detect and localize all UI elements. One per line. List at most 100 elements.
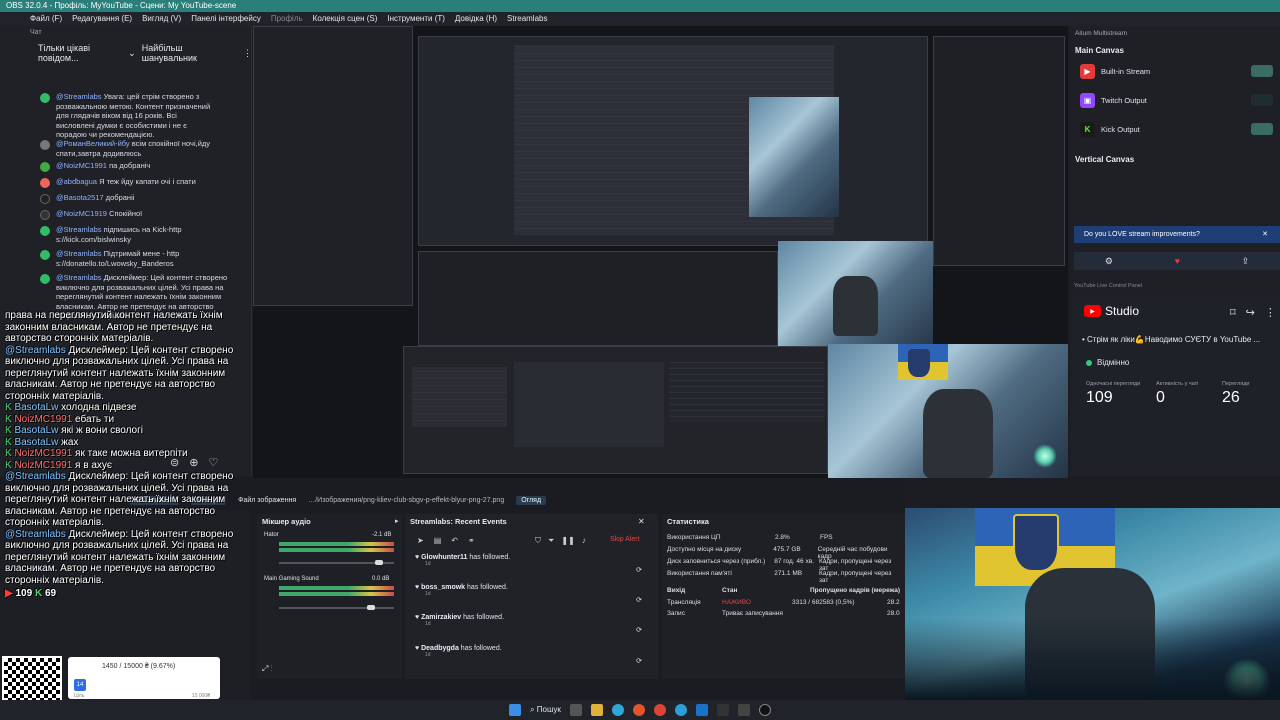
- avatar: [40, 178, 50, 188]
- stream-status: Відмінно: [1086, 358, 1129, 367]
- mixer-title: Мікшер аудіо: [262, 517, 311, 526]
- replay-icon[interactable]: ⟳: [636, 657, 642, 665]
- nested-bottom-docks: [403, 346, 828, 474]
- send-icon[interactable]: ➤: [417, 536, 424, 545]
- live-panel-label: YouTube Live Control Panel: [1074, 283, 1143, 289]
- event-row: ♥ boss_smowk has followed. 1d ⟳: [415, 584, 642, 604]
- settings-icon[interactable]: ⚙: [1105, 256, 1113, 267]
- promo-banner[interactable]: Do you LOVE stream improvements? ✕: [1074, 226, 1280, 243]
- stream-toggle[interactable]: [1251, 123, 1273, 135]
- explorer-icon[interactable]: [590, 704, 603, 716]
- menu-icon[interactable]: ▸: [395, 517, 399, 525]
- replay-icon[interactable]: ⟳: [636, 626, 642, 634]
- views-value: 26: [1222, 389, 1240, 406]
- avatar: [40, 140, 50, 150]
- avatar: [40, 194, 50, 204]
- mixer-settings-icon[interactable]: ⤢ ⋮: [262, 664, 273, 674]
- menu-profile[interactable]: Профіль: [271, 12, 303, 26]
- main-canvas-title: Main Canvas: [1075, 46, 1124, 55]
- avatar: [40, 274, 50, 284]
- chat-message: @Streamlabs підпишись на Kick-http s://k…: [56, 225, 182, 244]
- chrome-icon[interactable]: [653, 704, 666, 716]
- telegram-icon[interactable]: [674, 704, 687, 716]
- browse-button[interactable]: Огляд: [516, 495, 547, 505]
- outputs-header: Вихід Стан Пропущено кадрів (мережа): [667, 587, 901, 594]
- nested-chat-preview: [253, 26, 413, 306]
- more-icon[interactable]: ⋮: [1265, 306, 1276, 319]
- chat-message: @abdbagua Я теж йду капати очі і спати: [56, 177, 196, 186]
- link-icon[interactable]: ⚭: [468, 536, 475, 545]
- bookmark-icon[interactable]: ⌑: [1230, 306, 1236, 319]
- volume-slider[interactable]: [279, 605, 394, 610]
- queue-icon[interactable]: ▤: [434, 536, 442, 545]
- nested-webcam-2: [778, 241, 933, 351]
- stream-toggle[interactable]: [1251, 65, 1273, 77]
- start-icon[interactable]: [509, 704, 522, 716]
- chat-header: Чат: [30, 29, 42, 36]
- replay-icon[interactable]: ⟳: [636, 596, 642, 604]
- mute-icon[interactable]: ♪: [582, 536, 586, 546]
- twitch-icon: ▣: [1080, 92, 1095, 108]
- more-icon[interactable]: ⋮: [243, 48, 252, 59]
- file-path: …/Изображения/png-kliev-club-sbgv-p-effe…: [308, 496, 505, 504]
- stream-toggle[interactable]: [1251, 94, 1273, 106]
- channel-2-db: 0.0 dB: [372, 576, 390, 582]
- menu-streamlabs[interactable]: Streamlabs: [507, 12, 547, 26]
- menu-file[interactable]: Файл (F): [30, 12, 62, 26]
- app-icon[interactable]: [716, 704, 729, 716]
- avatar: [40, 162, 50, 172]
- edge-icon[interactable]: [611, 704, 624, 716]
- avatar: [40, 93, 50, 103]
- channel-2-name: Main Gaming Sound: [264, 576, 319, 582]
- shield-icon[interactable]: ⛉: [535, 536, 541, 546]
- audio-mixer: Мікшер аудіо ▸ Hator -2.1 dB Main Gaming…: [257, 514, 402, 679]
- chat-message: @NoizMC1991 па добраніч: [56, 161, 151, 170]
- replay-icon[interactable]: ⟳: [636, 566, 642, 574]
- output-row: Запис Триває записування 28.0: [667, 610, 900, 617]
- chat-message: @РоманВеликий-йбу всім спокійної ночі,йд…: [56, 139, 211, 158]
- preview-canvas[interactable]: [253, 26, 1068, 478]
- share-icon[interactable]: ↪: [1246, 306, 1255, 319]
- chevron-down-icon: ⌄: [128, 47, 136, 58]
- undo-icon[interactable]: ↶: [451, 536, 458, 545]
- top-fan-label[interactable]: Найбільш шанувальник: [142, 43, 229, 63]
- chat-filter[interactable]: Тільки цікаві повідом... ⌄ Найбільш шану…: [0, 42, 252, 64]
- share-icon[interactable]: ⇪: [1242, 256, 1250, 267]
- chat-filter-label[interactable]: Тільки цікаві повідом...: [38, 43, 122, 63]
- volume-meter: [279, 542, 394, 546]
- views-label: Перегляди: [1222, 381, 1250, 387]
- menu-docks[interactable]: Панелі інтерфейсу: [191, 12, 261, 26]
- close-icon[interactable]: ✕: [638, 517, 645, 526]
- taskview-icon[interactable]: [569, 704, 582, 716]
- pause-icon[interactable]: ❚❚: [561, 536, 574, 546]
- youtube-icon: ▶: [5, 588, 13, 599]
- stat-row: Використання пам'яті 271.1 MB Кадри, пропу…: [667, 570, 892, 584]
- kick-icon: K: [1080, 121, 1095, 137]
- webcam-view: [905, 508, 1280, 700]
- goal-progress-icon: 14: [74, 679, 86, 691]
- close-icon[interactable]: ✕: [1262, 226, 1268, 243]
- menu-scene-collection[interactable]: Колекція сцен (S): [313, 12, 378, 26]
- search-box[interactable]: ⌕ Пошук: [530, 705, 561, 715]
- skip-alert-button[interactable]: Skip Alert: [610, 536, 640, 543]
- chat-message: @Streamlabs Підтримай мене - http s://do…: [56, 249, 180, 268]
- filter-icon[interactable]: ⏷: [548, 536, 554, 546]
- menu-tools[interactable]: Інструменти (T): [387, 12, 445, 26]
- menu-help[interactable]: Довідка (H): [455, 12, 497, 26]
- menu-view[interactable]: Вигляд (V): [142, 12, 181, 26]
- concurrent-value: 109: [1086, 389, 1113, 406]
- heart-icon[interactable]: ♥: [1175, 256, 1180, 266]
- stats-panel: Статистика Використання ЦП 2.8% FPS Доступ…: [662, 514, 905, 679]
- app-icon[interactable]: [737, 704, 750, 716]
- menu-edit[interactable]: Редагування (E): [72, 12, 132, 26]
- obs-icon[interactable]: [758, 704, 771, 716]
- promo-actions: ⚙ ♥ ⇪: [1074, 252, 1280, 270]
- output-row-kick: K Kick Output: [1080, 118, 1275, 140]
- app-icon[interactable]: [695, 704, 708, 716]
- menu-bar: Файл (F) Редагування (E) Вигляд (V) Пане…: [0, 12, 1280, 26]
- volume-meter: [279, 548, 394, 552]
- volume-slider[interactable]: [279, 560, 394, 565]
- stream-title: • Стрім як ліки💪Наводимо СУЄТУ в YouTube…: [1082, 335, 1261, 344]
- output-row-builtin: ▶ Built-in Stream: [1080, 60, 1275, 82]
- firefox-icon[interactable]: [632, 704, 645, 716]
